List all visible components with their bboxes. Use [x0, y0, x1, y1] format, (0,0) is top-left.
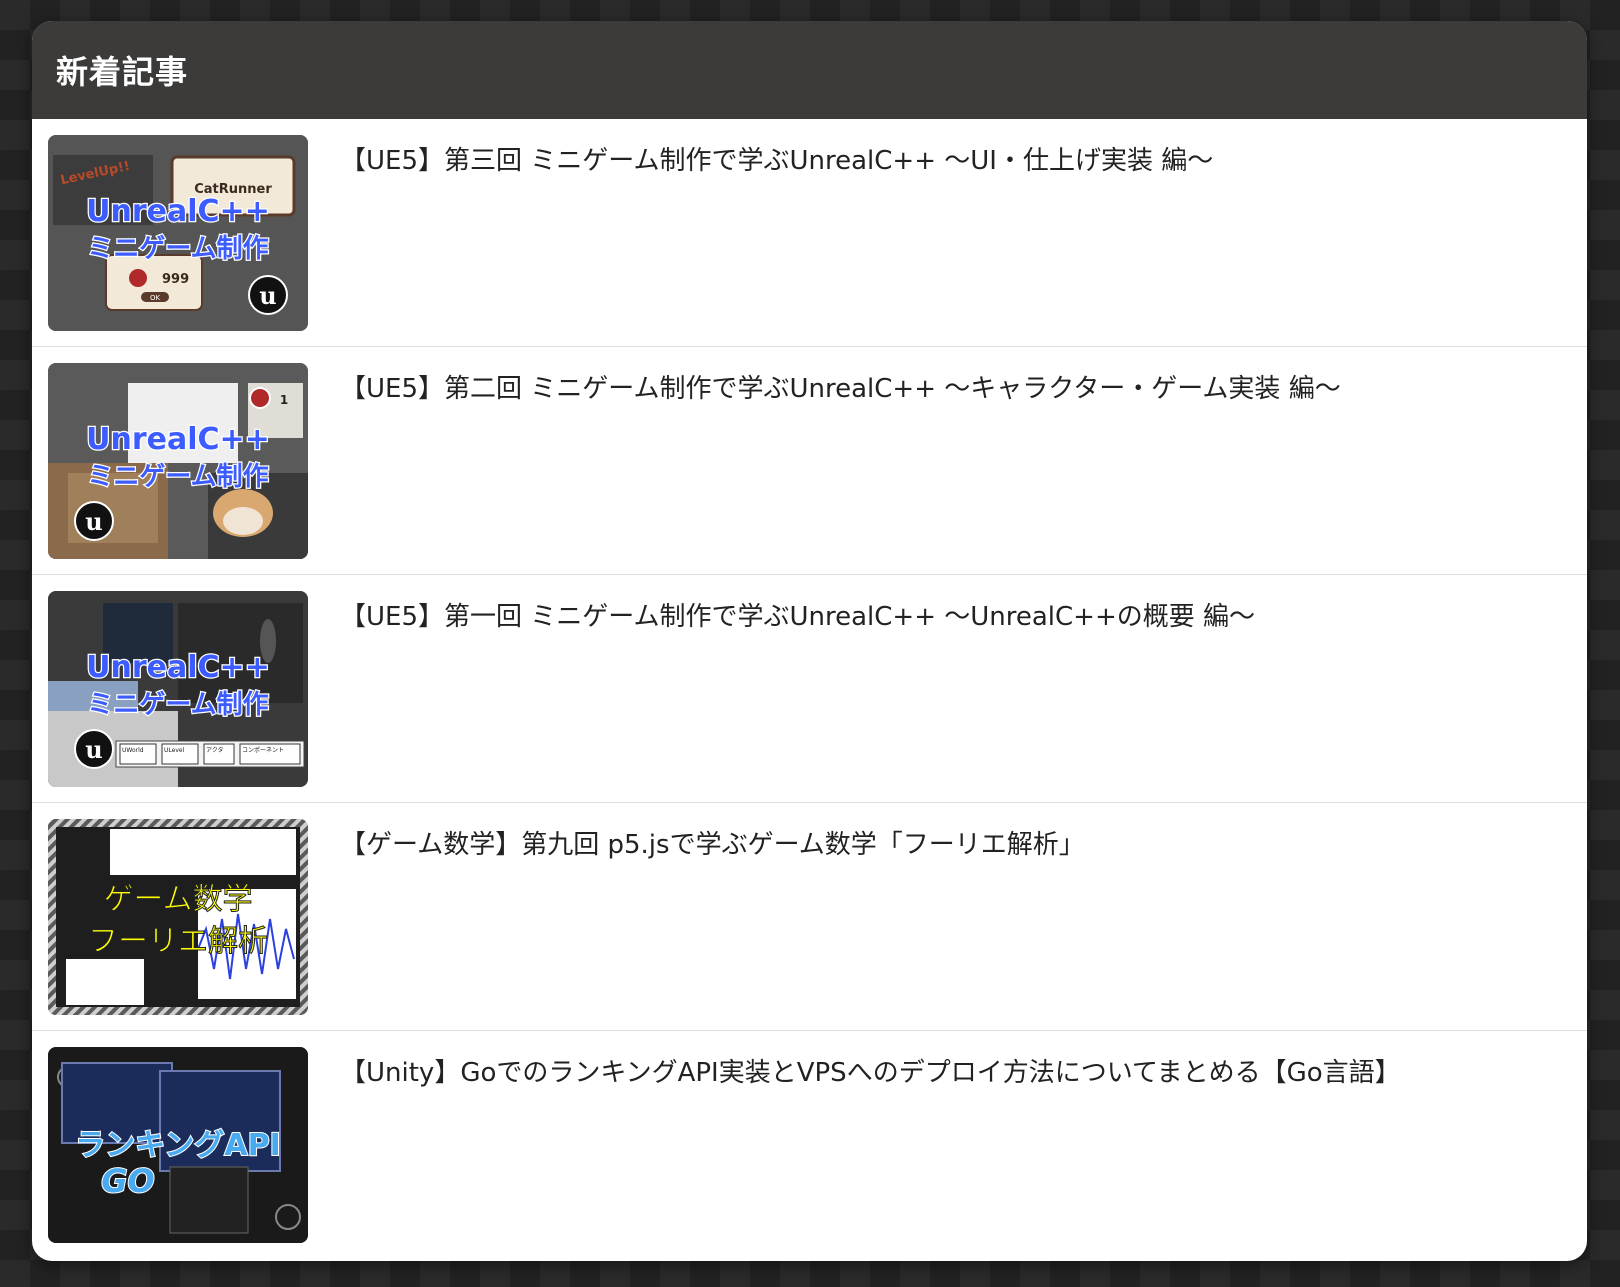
article-title[interactable]: 【Unity】GoでのランキングAPI実装とVPSへのデプロイ方法についてまとめ…	[340, 1057, 1401, 1091]
article-thumbnail[interactable]: UnrealC++ ミニゲーム制作 UWorld ULevel アクタ コンポー…	[48, 591, 308, 787]
unreal-logo-icon: u	[259, 281, 276, 310]
article-thumbnail[interactable]: ランキングAPI GO	[48, 1047, 308, 1243]
article-list: CatRunner LevelUp!! 999 OK UnrealC++ ミニゲ…	[32, 119, 1587, 1259]
article-thumbnail[interactable]: 1 UnrealC++ ミニゲーム制作 u	[48, 363, 308, 559]
flow-label: コンポーネント	[242, 746, 284, 754]
article-title[interactable]: 【UE5】第一回 ミニゲーム制作で学ぶUnrealC++ 〜UnrealC++の…	[340, 601, 1255, 635]
article-item[interactable]: ゲーム数学 フーリエ解析 【ゲーム数学】第九回 p5.jsで学ぶゲーム数学「フー…	[32, 803, 1587, 1031]
flow-label: UWorld	[122, 747, 144, 754]
article-item[interactable]: 1 UnrealC++ ミニゲーム制作 u 【UE5】第二回 ミニゲーム制作で学…	[32, 347, 1587, 575]
thumb-line2: GO	[101, 1162, 154, 1200]
article-title[interactable]: 【UE5】第二回 ミニゲーム制作で学ぶUnrealC++ 〜キャラクター・ゲーム…	[340, 373, 1341, 407]
flow-label: ULevel	[164, 747, 185, 754]
thumb-line2: ミニゲーム制作	[87, 690, 268, 720]
thumb-count: 999	[162, 272, 189, 287]
thumb-line2: ミニゲーム制作	[87, 462, 268, 492]
thumb-line1: UnrealC++	[86, 650, 270, 685]
article-thumbnail[interactable]: ゲーム数学 フーリエ解析	[48, 819, 308, 1015]
thumb-line2: ミニゲーム制作	[87, 234, 268, 264]
article-item[interactable]: CatRunner LevelUp!! 999 OK UnrealC++ ミニゲ…	[32, 119, 1587, 347]
article-item[interactable]: ランキングAPI GO 【Unity】GoでのランキングAPI実装とVPSへのデ…	[32, 1031, 1587, 1259]
thumb-line1: UnrealC++	[86, 422, 270, 457]
unreal-logo-icon: u	[85, 735, 102, 764]
card-title: 新着記事	[56, 53, 189, 91]
article-item[interactable]: UnrealC++ ミニゲーム制作 UWorld ULevel アクタ コンポー…	[32, 575, 1587, 803]
thumb-line1: UnrealC++	[86, 194, 270, 229]
article-thumbnail[interactable]: CatRunner LevelUp!! 999 OK UnrealC++ ミニゲ…	[48, 135, 308, 331]
thumb-count: 1	[280, 393, 288, 407]
thumb-ok: OK	[150, 294, 161, 302]
thumb-line1: ゲーム数学	[103, 882, 252, 917]
thumb-line1: ランキングAPI	[75, 1128, 280, 1163]
article-title[interactable]: 【UE5】第三回 ミニゲーム制作で学ぶUnrealC++ 〜UI・仕上げ実装 編…	[340, 145, 1213, 179]
flow-label: アクタ	[206, 746, 223, 754]
card-header: 新着記事	[32, 21, 1587, 119]
article-title[interactable]: 【ゲーム数学】第九回 p5.jsで学ぶゲーム数学「フーリエ解析」	[340, 829, 1085, 863]
unreal-logo-icon: u	[85, 507, 102, 536]
thumb-line2: フーリエ解析	[88, 924, 268, 959]
new-articles-card: 新着記事 CatRunner LevelUp!! 999 OK UnrealC+…	[32, 21, 1587, 1261]
